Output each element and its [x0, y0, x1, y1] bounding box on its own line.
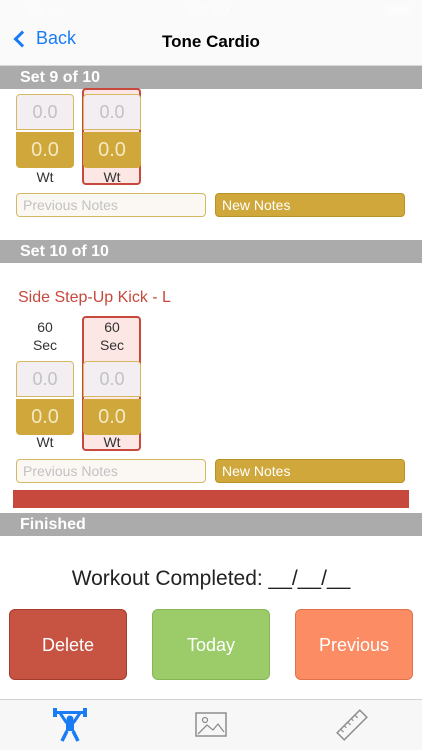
- image-icon: [195, 712, 227, 737]
- today-button[interactable]: Today: [152, 609, 270, 680]
- battery-icon: [386, 5, 410, 16]
- status-time: 6:07 AM: [186, 4, 231, 18]
- tab-bar: [0, 699, 422, 750]
- set-10-right-value[interactable]: 0.0: [83, 399, 141, 435]
- set-9-previous-notes[interactable]: Previous Notes: [16, 193, 206, 217]
- tab-photos[interactable]: [193, 708, 229, 742]
- set-10-previous-notes[interactable]: Previous Notes: [16, 459, 206, 483]
- set-10-left-input[interactable]: 0.0: [16, 361, 74, 397]
- set-10-left-seconds-value: 60: [37, 319, 53, 335]
- set-9-right-wt-label: Wt: [103, 169, 121, 185]
- navigation-bar: Carrier 6:07 AM Back Tone Cardio: [0, 0, 422, 66]
- set-10-header: Set 10 of 10: [0, 240, 422, 263]
- progress-bar: [13, 490, 409, 508]
- set-9-left-input[interactable]: 0.0: [16, 94, 74, 130]
- tab-workout[interactable]: [52, 708, 88, 742]
- exercise-name: Side Step-Up Kick - L: [18, 289, 171, 306]
- status-bar: Carrier 6:07 AM: [0, 0, 422, 22]
- set-9-right-value[interactable]: 0.0: [83, 132, 141, 168]
- ruler-icon: [336, 709, 368, 741]
- finished-header: Finished: [0, 513, 422, 536]
- carrier-label: Carrier: [28, 4, 65, 18]
- workout-completed-text: Workout Completed: __/__/__: [71, 567, 351, 590]
- set-9-right-input[interactable]: 0.0: [83, 94, 141, 130]
- set-10-left-value[interactable]: 0.0: [16, 399, 74, 435]
- set-10-left-wt-label: Wt: [36, 434, 54, 450]
- page-title: Tone Cardio: [162, 32, 260, 51]
- set-10-right-seconds-unit: Sec: [99, 337, 125, 353]
- set-9-new-notes-field[interactable]: New Notes: [215, 193, 405, 217]
- set-9-header: Set 9 of 10: [0, 66, 422, 89]
- previous-button[interactable]: Previous: [295, 609, 413, 680]
- weightlifter-icon: [53, 708, 87, 742]
- set-10-right-input[interactable]: 0.0: [83, 361, 141, 397]
- set-10-right-seconds-value: 60: [104, 319, 120, 335]
- delete-button[interactable]: Delete: [9, 609, 127, 680]
- tab-measurements[interactable]: [334, 708, 370, 742]
- set-10-new-notes-field[interactable]: New Notes: [215, 459, 405, 483]
- set-10-left-seconds-unit: Sec: [32, 337, 58, 353]
- set-10-right-wt-label: Wt: [103, 434, 121, 450]
- set-9-left-value[interactable]: 0.0: [16, 132, 74, 168]
- set-9-left-wt-label: Wt: [36, 169, 54, 185]
